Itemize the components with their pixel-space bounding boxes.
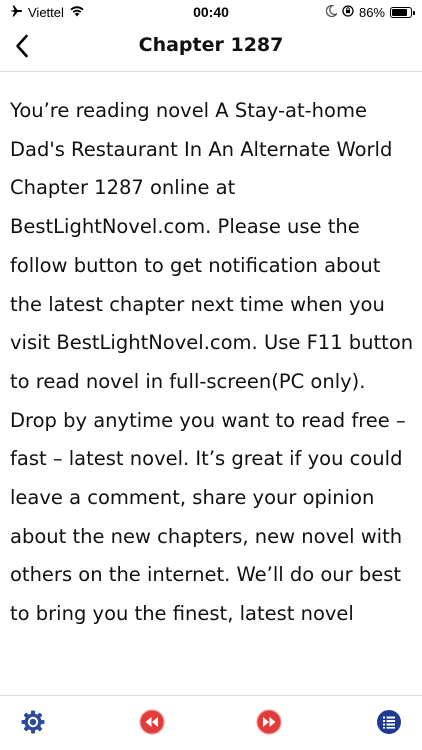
reader-toolbar bbox=[0, 695, 422, 750]
next-chapter-icon bbox=[256, 709, 282, 739]
settings-button[interactable] bbox=[19, 710, 47, 738]
moon-icon bbox=[325, 4, 339, 20]
chapter-content[interactable]: You’re reading novel A Stay-at-home Dad'… bbox=[10, 92, 418, 692]
battery-fill bbox=[392, 9, 408, 16]
battery-percent: 86% bbox=[358, 5, 385, 20]
previous-chapter-icon bbox=[139, 709, 165, 739]
settings-gear-icon bbox=[20, 709, 46, 739]
battery-icon bbox=[390, 7, 415, 18]
chapter-list-button[interactable] bbox=[375, 710, 403, 738]
chapter-list-icon bbox=[376, 709, 402, 739]
previous-chapter-button[interactable] bbox=[138, 709, 166, 739]
orientation-lock-icon bbox=[342, 5, 354, 20]
status-bar: Viettel 00:40 86% bbox=[0, 0, 422, 24]
reader-screen: Viettel 00:40 86% Chapter 1287 You’re re… bbox=[0, 0, 422, 750]
chapter-title: Chapter 1287 bbox=[138, 34, 284, 56]
chapter-paragraph: You’re reading novel A Stay-at-home Dad'… bbox=[10, 99, 414, 626]
navigation-bar: Chapter 1287 bbox=[0, 24, 422, 72]
next-chapter-button[interactable] bbox=[255, 709, 283, 739]
status-right: 86% bbox=[325, 4, 415, 20]
